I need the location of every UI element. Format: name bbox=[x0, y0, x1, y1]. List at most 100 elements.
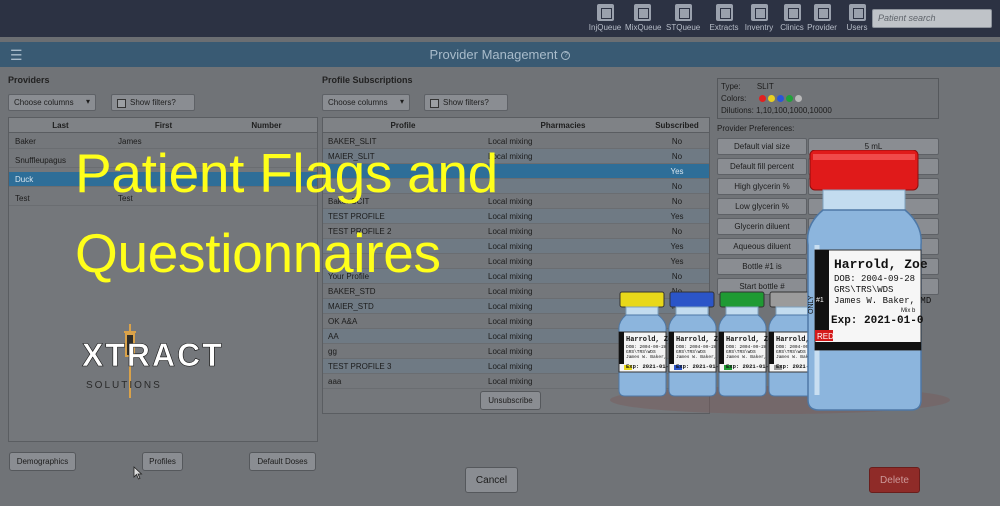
subscription-profile-cell: MAIER_STD bbox=[328, 302, 374, 311]
vial-provider: James W. Baker, MD bbox=[834, 296, 931, 306]
unsubscribe-button[interactable]: Unsubscribe bbox=[480, 391, 541, 410]
toolbar-extracts-button[interactable]: Extracts bbox=[707, 4, 741, 34]
providers-heading: Providers bbox=[8, 75, 50, 85]
subscription-profile-cell: BAKER_STD bbox=[328, 287, 376, 296]
provider-last-cell: Snuffleupagus bbox=[15, 156, 67, 165]
small-vial-shape bbox=[725, 306, 759, 316]
subscription-profile-cell: TEST PROFILE bbox=[328, 212, 385, 221]
toolbar-label: InjQueue bbox=[588, 23, 622, 32]
vial-mix: Mix b bbox=[901, 308, 916, 314]
toolbar-label: STQueue bbox=[666, 23, 701, 32]
headline-line-1: Patient Flags and bbox=[75, 142, 498, 204]
title-bar: ☰ Provider Management? bbox=[0, 42, 1000, 67]
color-dot bbox=[785, 95, 793, 103]
providers-table-header: Last First Number bbox=[9, 118, 317, 133]
subscription-pharmacy-cell: Local mixing bbox=[488, 287, 533, 296]
subs-choose-columns[interactable]: Choose columns bbox=[322, 94, 410, 111]
toolbar-label: Provider bbox=[807, 23, 837, 32]
subscription-profile-cell: gg bbox=[328, 347, 337, 356]
small-vial: Harrold, ZoeDOB: 2004-09-28GRS\TRS\WDSJa… bbox=[718, 291, 776, 397]
mouse-cursor-icon bbox=[133, 466, 143, 480]
col-subscribed[interactable]: Subscribed bbox=[643, 121, 711, 130]
small-vial-provider: James W. Baker, MD bbox=[676, 354, 725, 360]
subscription-pharmacy-cell: Local mixing bbox=[488, 257, 533, 266]
page-title-text: Provider Management bbox=[429, 47, 558, 62]
toolbar-stqueue-button[interactable]: STQueue bbox=[666, 4, 700, 34]
demographics-button[interactable]: Demographics bbox=[9, 452, 76, 471]
vial-code: GRS\TRS\WDS bbox=[834, 285, 893, 295]
profiles-button[interactable]: Profiles bbox=[142, 452, 183, 471]
subscription-pharmacy-cell: Local mixing bbox=[488, 362, 533, 371]
col-last[interactable]: Last bbox=[9, 121, 112, 130]
toolbar-users-button[interactable]: Users bbox=[840, 4, 874, 34]
col-pharmacies[interactable]: Pharmacies bbox=[483, 121, 643, 130]
vial-name: Harrold, Zoe bbox=[834, 257, 928, 272]
logo-subtext: SOLUTIONS bbox=[86, 380, 162, 391]
col-profile[interactable]: Profile bbox=[323, 121, 483, 130]
subscription-pharmacy-cell: Local mixing bbox=[488, 347, 533, 356]
toolbar-injqueue-button[interactable]: InjQueue bbox=[588, 4, 622, 34]
vial-tag: RED bbox=[817, 332, 834, 341]
dilutions-label: Dilutions: bbox=[721, 106, 754, 115]
default-doses-button[interactable]: Default Doses bbox=[249, 452, 316, 471]
subscription-pharmacy-cell: Local mixing bbox=[488, 272, 533, 281]
profile-info-box: Type: SLIT Colors: Dilutions: 1,10,100,1… bbox=[717, 78, 939, 119]
small-vial-exp: Exp: 2021-01-0 bbox=[676, 363, 722, 370]
toolbar-mixqueue-button[interactable]: MixQueue bbox=[625, 4, 662, 34]
subscription-pharmacy-cell: Local mixing bbox=[488, 377, 533, 386]
subscription-profile-cell: aaa bbox=[328, 377, 342, 386]
vial-dob: DOB: 2004-09-28 bbox=[834, 274, 915, 284]
toolbar-inventry-button[interactable]: Inventry bbox=[742, 4, 776, 34]
vial-exp: Exp: 2021-01-0 bbox=[831, 315, 923, 327]
col-first[interactable]: First bbox=[112, 121, 215, 130]
toolbar-label: MixQueue bbox=[625, 23, 662, 32]
provider-last-cell: Test bbox=[15, 194, 30, 203]
subscription-profile-cell: TEST PROFILE 3 bbox=[328, 362, 392, 371]
toolbar-label: Users bbox=[846, 23, 868, 32]
extracts-icon bbox=[715, 4, 733, 21]
logo-wordmark: XTRACT bbox=[82, 337, 224, 373]
color-dot bbox=[758, 95, 766, 103]
subscription-profile-cell: OK A&A bbox=[328, 317, 358, 326]
vial-side-text: ONLY bbox=[808, 295, 815, 314]
type-value: SLIT bbox=[756, 82, 774, 91]
subs-show-filters[interactable]: Show filters? bbox=[424, 94, 508, 111]
small-vial-shape bbox=[619, 332, 624, 364]
small-vial-shape bbox=[625, 306, 659, 316]
small-vial-shape bbox=[719, 291, 765, 308]
users-icon bbox=[848, 4, 866, 21]
color-dot bbox=[794, 95, 802, 103]
small-vial-exp: Exp: 2021-01-0 bbox=[726, 363, 772, 370]
small-vial: Harrold, ZoeDOB: 2004-09-28GRS\TRS\WDSJa… bbox=[618, 291, 676, 397]
providers-show-filters[interactable]: Show filters? bbox=[111, 94, 195, 111]
type-label: Type: bbox=[721, 82, 741, 91]
help-icon[interactable]: ? bbox=[561, 51, 571, 61]
small-vial-provider: James W. Baker, MD bbox=[626, 354, 675, 360]
subscription-pharmacy-cell: Local mixing bbox=[488, 302, 533, 311]
patient-search-input[interactable]: Patient search bbox=[872, 9, 992, 28]
provider-icon bbox=[813, 4, 831, 21]
skin-test-queue-icon bbox=[674, 4, 692, 21]
provider-last-cell: Duck bbox=[15, 175, 34, 184]
providers-choose-columns[interactable]: Choose columns bbox=[8, 94, 96, 111]
colors-label: Colors: bbox=[721, 94, 747, 103]
small-vial-exp: Exp: 2021-01-0 bbox=[626, 363, 672, 370]
provider-last-cell: Baker bbox=[15, 137, 36, 146]
clinics-icon bbox=[783, 4, 801, 21]
subscription-pharmacy-cell: Local mixing bbox=[488, 317, 533, 326]
subscription-pharmacy-cell: Local mixing bbox=[488, 227, 533, 236]
toolbar-clinics-button[interactable]: Clinics bbox=[775, 4, 809, 34]
cancel-button[interactable]: Cancel bbox=[465, 467, 518, 493]
small-vial: Harrold, ZoeDOB: 2004-09-28GRS\TRS\WDSJa… bbox=[668, 291, 726, 397]
preferences-heading: Provider Preferences: bbox=[717, 124, 795, 133]
col-number[interactable]: Number bbox=[215, 121, 318, 130]
small-vial-shape bbox=[719, 332, 724, 364]
small-vial-shape bbox=[669, 332, 674, 364]
vials-illustration: Harrold, ZoeDOB: 2004-09-28GRS\TRS\WDSJa… bbox=[610, 150, 950, 414]
toolbar-label: Clinics bbox=[780, 23, 804, 32]
subscription-subscribed-cell: No bbox=[671, 137, 683, 146]
delete-button[interactable]: Delete bbox=[869, 467, 920, 493]
injection-queue-icon bbox=[596, 4, 614, 21]
toolbar-provider-button[interactable]: Provider bbox=[805, 4, 839, 34]
inventory-icon bbox=[750, 4, 768, 21]
